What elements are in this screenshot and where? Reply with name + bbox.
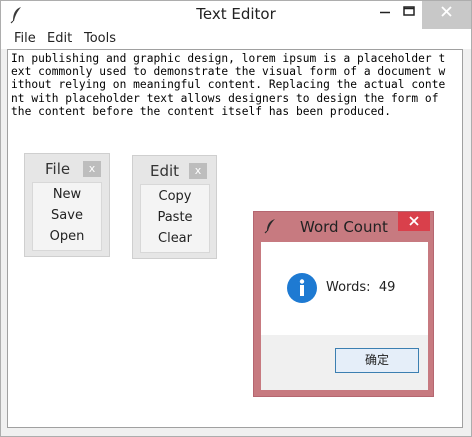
words-label: Words: [326,280,371,295]
feather-icon [264,219,275,234]
edit-panel-title: Edit [150,162,180,180]
word-count-dialog: Word Count Words: 49 确定 [253,211,434,397]
close-icon [441,6,452,17]
info-icon [287,273,317,303]
dialog-content: Words: 49 确定 [261,242,428,390]
copy-button[interactable]: Copy [141,189,209,204]
editor-text: In publishing and graphic design, lorem … [11,52,463,118]
word-count-text: Words: 49 [326,280,395,295]
editor-line: nt with placeholder text allows designer… [11,91,439,105]
menu-tools[interactable]: Tools [84,31,116,46]
text-editor-window: Text Editor File Edit Tools In publishin… [0,0,472,437]
dialog-title: Word Count [300,218,388,236]
ok-button[interactable]: 确定 [335,348,419,373]
open-button[interactable]: Open [33,229,101,244]
file-panel: File x New Save Open [24,153,110,257]
edit-panel-buttons: Copy Paste Clear [140,184,210,253]
edit-panel: Edit x Copy Paste Clear [132,155,217,259]
editor-line: In publishing and graphic design, lorem … [11,52,446,65]
menu-file[interactable]: File [14,31,36,46]
save-button[interactable]: Save [33,208,101,223]
close-button[interactable] [422,1,471,29]
maximize-icon [403,6,415,16]
clear-button[interactable]: Clear [141,231,209,246]
window-bottom-edge [1,428,471,436]
paste-button[interactable]: Paste [141,210,209,225]
close-icon [409,216,419,226]
edit-panel-close-button[interactable]: x [189,163,207,179]
editor-line: ithout relying on meaningful content. Re… [11,78,446,92]
title-bar[interactable]: Text Editor [1,1,471,29]
editor-line: the content before the content itself ha… [11,104,391,118]
new-button[interactable]: New [33,187,101,202]
file-panel-close-button[interactable]: x [83,161,101,177]
menu-edit[interactable]: Edit [47,31,72,46]
file-panel-buttons: New Save Open [32,182,102,251]
dialog-button-area: 确定 [261,335,428,390]
file-panel-title: File [45,160,71,178]
dialog-close-button[interactable] [398,212,430,231]
menu-bar: File Edit Tools [1,29,471,49]
editor-line: ext commonly used to demonstrate the vis… [11,65,446,79]
words-value: 49 [378,280,396,295]
